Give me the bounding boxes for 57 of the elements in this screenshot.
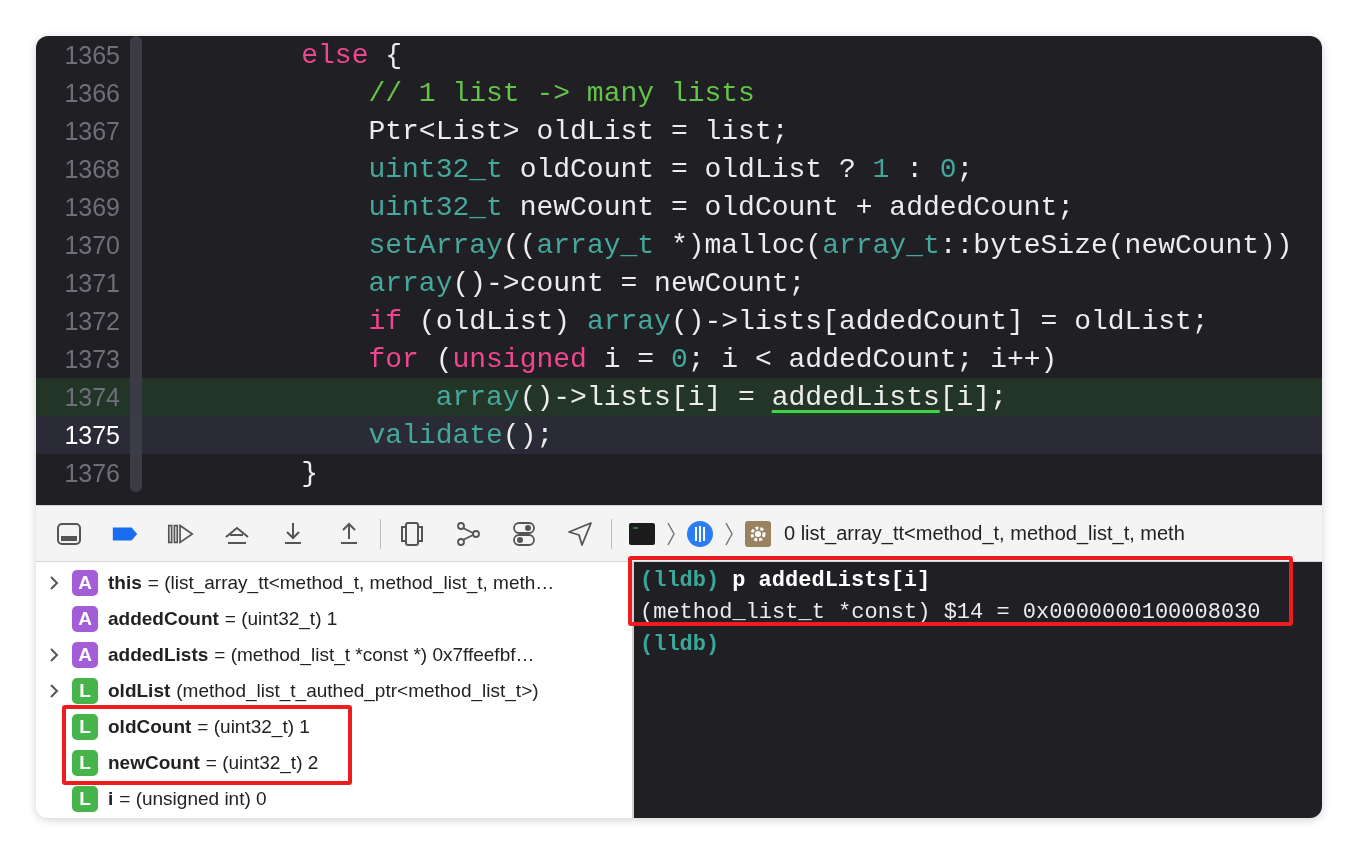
scope-badge: L: [72, 714, 98, 740]
variable-value: = (list_array_tt<method_t, method_list_t, meth…: [147, 572, 555, 594]
scope-badge: A: [72, 606, 98, 632]
variable-name: addedLists: [108, 644, 209, 666]
variable-name: this: [108, 572, 142, 594]
line-number: 1376: [63, 458, 120, 488]
variable-name: oldList: [108, 680, 171, 702]
line-number: 1373: [63, 344, 120, 374]
scroll-bar[interactable]: [130, 36, 142, 492]
variable-name: newCount: [108, 752, 200, 774]
variable-value: = (uint32_t) 1: [197, 716, 310, 738]
disclosure-icon[interactable]: [49, 575, 59, 591]
code-line: for (unsigned i = 0; i < addedCount; i++): [367, 343, 1058, 375]
line-number: 1365: [63, 40, 120, 70]
line-number: 1366: [63, 78, 120, 108]
console-output: (method_list_t *const) $14 = 0x0000000100008030: [640, 599, 1261, 625]
code-line: }: [300, 457, 319, 489]
console-command: (lldb) p addedLists[i]: [640, 567, 931, 593]
disclosure-icon[interactable]: [49, 647, 59, 663]
disclosure-icon[interactable]: [49, 683, 59, 699]
scope-badge: L: [72, 678, 98, 704]
location-arrow-icon[interactable]: [565, 519, 595, 548]
stack-frame-label[interactable]: 0 list_array_tt<method_t, method_list_t, meth: [784, 522, 1185, 545]
variable-name: addedCount: [108, 608, 219, 630]
variable-value: = (uint32_t) 2: [205, 752, 319, 774]
line-number: 1369: [63, 192, 120, 222]
variable-value: = (uint32_t) 1: [224, 608, 338, 630]
code-line: if (oldList) array()->lists[addedCount] = oldList;: [367, 305, 1209, 337]
line-number: 1370: [63, 230, 120, 260]
code-line: uint32_t newCount = oldCount + addedCount;: [367, 191, 1075, 223]
variable-name: i: [108, 788, 114, 810]
code-line: else {: [300, 39, 403, 71]
code-line: setArray((array_t *)malloc(array_t::byteSize(newCount)): [367, 229, 1293, 261]
line-number: 1367: [63, 116, 120, 146]
line-number: 1371: [63, 268, 120, 298]
code-line: array()->lists[i] = addedLists[i];: [434, 381, 1007, 413]
scope-badge: A: [72, 570, 98, 596]
variable-value: = (method_list_t *const *) 0x7ffeefbf…: [214, 644, 535, 666]
variable-name: oldCount: [108, 716, 192, 738]
thread-icon[interactable]: [686, 519, 714, 548]
code-line: array()->count = newCount;: [367, 267, 806, 299]
console-command: (lldb): [640, 631, 721, 657]
line-number: 1375: [63, 420, 120, 450]
variable-value: (method_list_t_authed_ptr<method_list_t>): [176, 680, 539, 702]
variable-value: = (unsigned int) 0: [119, 788, 267, 810]
code-line: Ptr<List> oldList = list;: [367, 115, 789, 147]
gear-icon[interactable]: [744, 519, 772, 548]
scope-badge: A: [72, 642, 98, 668]
console-panel[interactable]: (lldb) p addedLists[i] (method_list_t *const) $14 = 0x0000000100008030 (lldb): [634, 562, 1322, 818]
code-line: // 1 list -> many lists: [367, 77, 755, 109]
scope-badge: L: [72, 786, 98, 812]
line-number: 1372: [63, 306, 120, 336]
code-line: validate();: [367, 419, 554, 451]
code-line: uint32_t oldCount = oldList ? 1 : 0;: [367, 153, 974, 185]
line-number: 1374: [63, 382, 120, 412]
line-number: 1368: [63, 154, 120, 184]
scope-badge: L: [72, 750, 98, 776]
